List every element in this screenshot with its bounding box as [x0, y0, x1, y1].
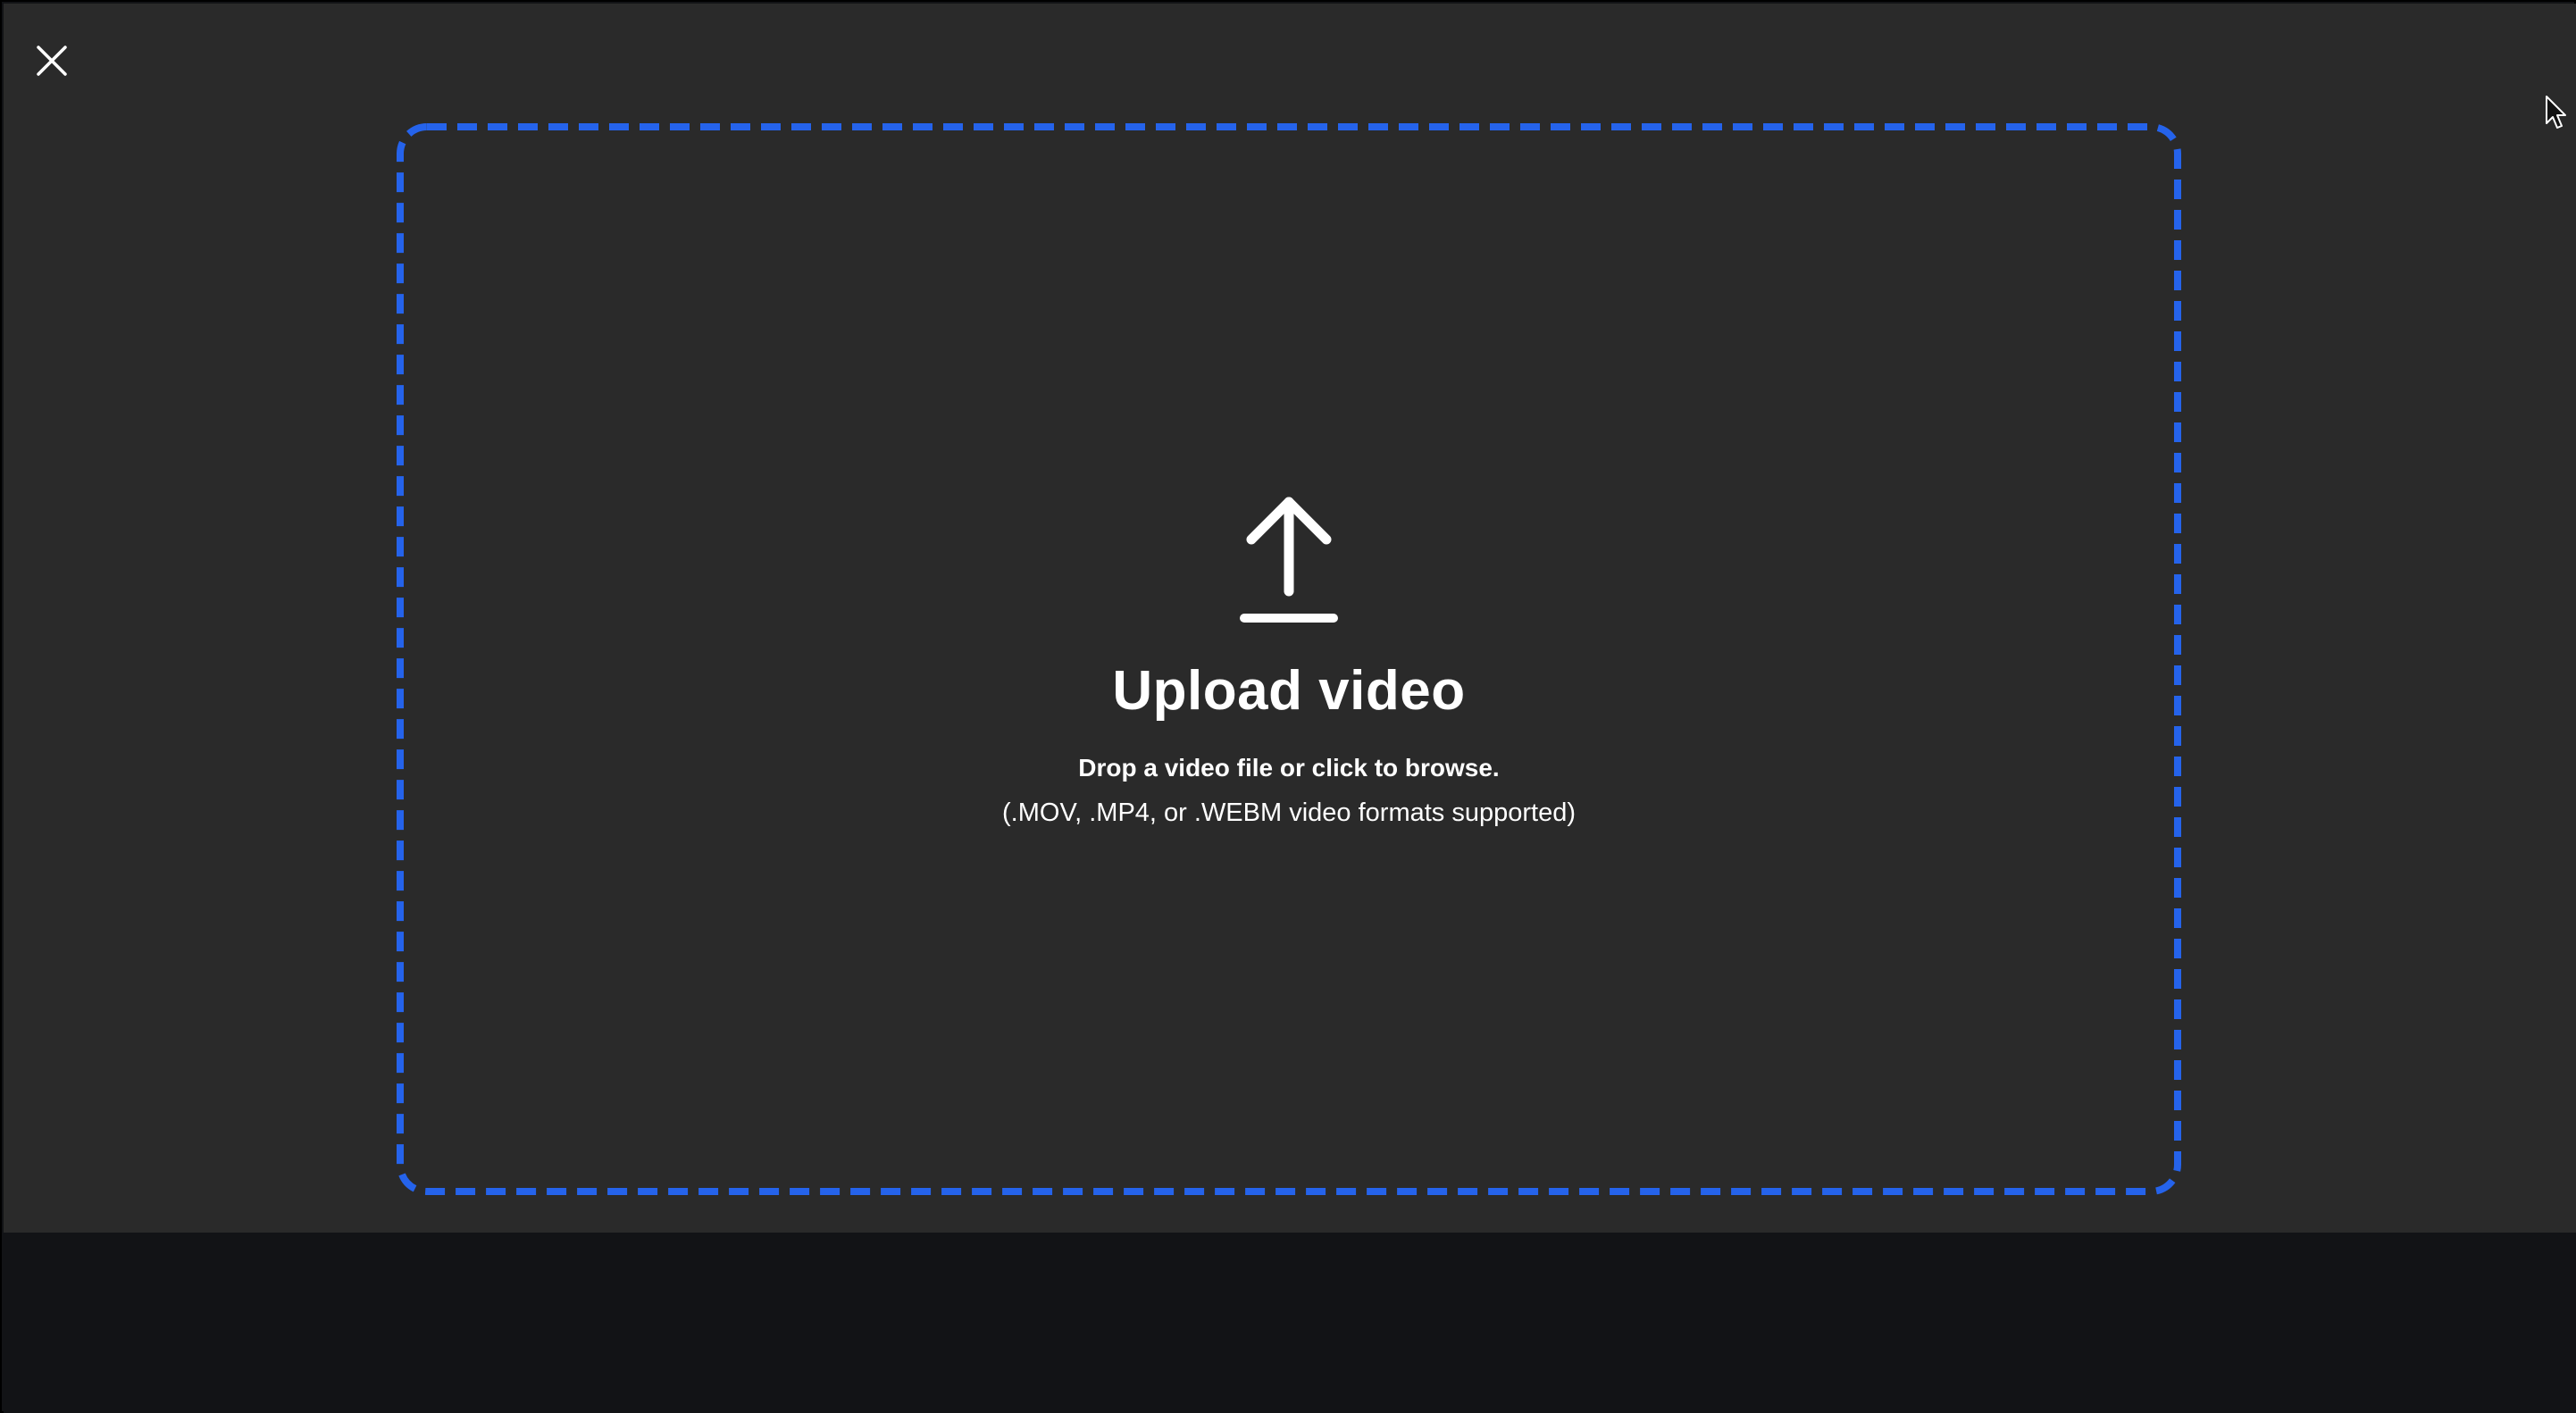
upload-arrow-icon	[1240, 497, 1338, 623]
supported-formats: (.MOV, .MP4, or .WEBM video formats supp…	[1002, 798, 1576, 827]
upload-modal: Upload video Drop a video file or click …	[4, 4, 2576, 1233]
app-window: Upload video Drop a video file or click …	[0, 0, 2576, 1413]
bottom-panel	[4, 1233, 2576, 1413]
video-dropzone[interactable]: Upload video Drop a video file or click …	[397, 123, 2181, 1195]
close-button[interactable]	[25, 34, 79, 88]
dropzone-content: Upload video Drop a video file or click …	[397, 123, 2181, 1195]
mouse-pointer-icon	[2546, 96, 2566, 129]
upload-instruction: Drop a video file or click to browse.	[1078, 754, 1500, 782]
close-icon	[37, 46, 67, 76]
upload-title: Upload video	[1112, 660, 1466, 722]
